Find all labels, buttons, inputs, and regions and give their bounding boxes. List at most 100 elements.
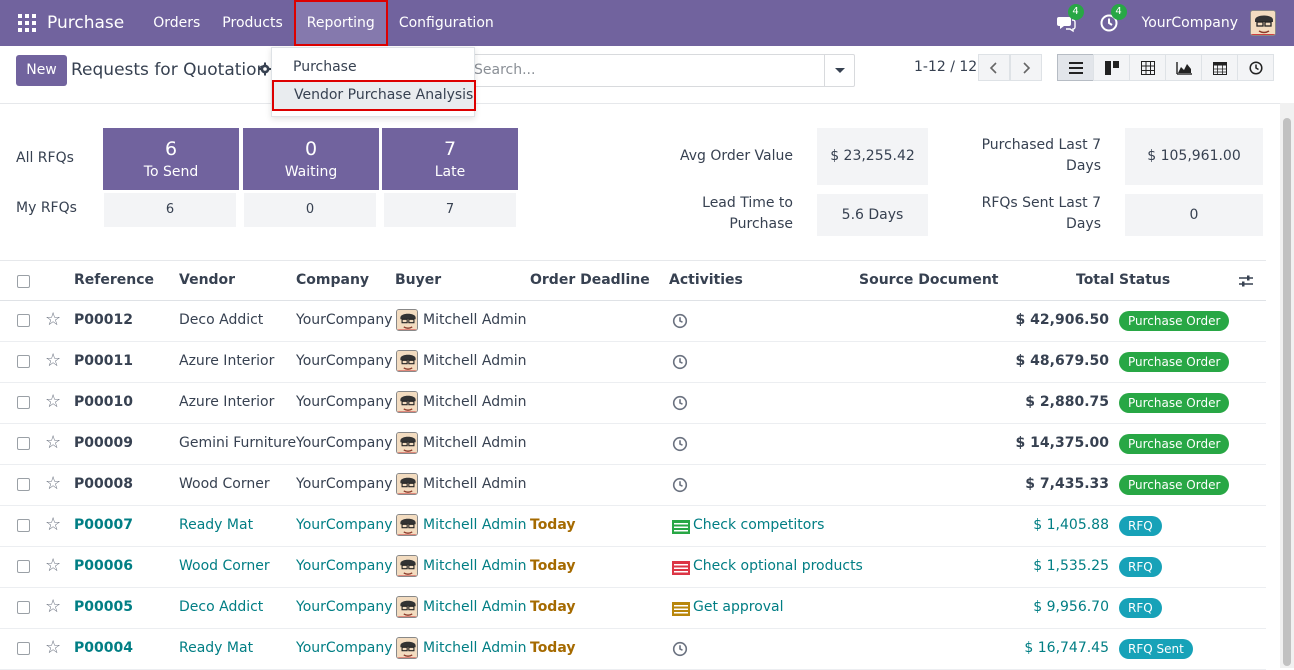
tile-to-send[interactable]: 6 To Send: [103, 128, 239, 190]
calendar-view-button[interactable]: [1201, 54, 1238, 81]
table-row[interactable]: ☆ P00008 Wood Corner YourCompany Mitchell Ad…: [0, 465, 1266, 506]
row-checkbox[interactable]: [17, 396, 30, 409]
activity-type-icon[interactable]: [672, 561, 690, 575]
activity-type-icon[interactable]: [672, 602, 690, 616]
new-button[interactable]: New: [16, 55, 67, 86]
row-order-deadline: Today: [530, 558, 576, 574]
row-checkbox[interactable]: [17, 314, 30, 327]
scrollbar-thumb[interactable]: [1283, 118, 1291, 666]
search-input[interactable]: Search...: [460, 54, 855, 87]
status-badge: Purchase Order: [1119, 352, 1230, 372]
table-row[interactable]: ☆ P00005 Deco Addict YourCompany Mitchell Ad…: [0, 588, 1266, 629]
schedule-activity-icon[interactable]: [672, 477, 688, 493]
row-checkbox[interactable]: [17, 519, 30, 532]
schedule-activity-icon[interactable]: [672, 641, 688, 657]
menu-orders[interactable]: Orders: [142, 0, 211, 46]
row-activity[interactable]: Check competitors: [693, 517, 824, 533]
apps-grid-icon[interactable]: [18, 14, 36, 32]
star-icon[interactable]: ☆: [45, 309, 61, 330]
kpi-label-line: Lead Time to: [702, 195, 793, 211]
row-checkbox[interactable]: [17, 478, 30, 491]
menu-item-purchase[interactable]: Purchase: [293, 59, 357, 75]
star-icon[interactable]: ☆: [45, 391, 61, 412]
search-options-toggle[interactable]: [824, 55, 854, 86]
user-avatar[interactable]: [1250, 10, 1276, 36]
table-row[interactable]: ☆ P00010 Azure Interior YourCompany Mitchell…: [0, 383, 1266, 424]
row-reference: P00012: [74, 312, 133, 328]
tile-label: To Send: [143, 164, 199, 180]
my-waiting[interactable]: 0: [244, 193, 376, 227]
status-badge: Purchase Order: [1119, 434, 1230, 454]
kanban-view-button[interactable]: [1093, 54, 1130, 81]
schedule-activity-icon[interactable]: [672, 395, 688, 411]
star-icon[interactable]: ☆: [45, 596, 61, 617]
col-activities[interactable]: Activities: [669, 272, 743, 288]
my-rfqs-label: My RFQs: [16, 200, 77, 216]
buyer-avatar: [396, 391, 418, 413]
table-row[interactable]: ☆ P00009 Gemini Furniture YourCompany Mitche…: [0, 424, 1266, 465]
row-total: $ 42,906.50: [1015, 312, 1109, 328]
tile-waiting[interactable]: 0 Waiting: [243, 128, 379, 190]
col-vendor[interactable]: Vendor: [179, 272, 235, 288]
gear-icon[interactable]: [258, 62, 272, 76]
table-row[interactable]: ☆ P00011 Azure Interior YourCompany Mitchell…: [0, 342, 1266, 383]
row-checkbox[interactable]: [17, 437, 30, 450]
col-reference[interactable]: Reference: [74, 272, 154, 288]
pager-next-button[interactable]: [1010, 54, 1042, 81]
menu-item-vendor-purchase-analysis[interactable]: Vendor Purchase Analysis: [272, 80, 476, 111]
col-buyer[interactable]: Buyer: [395, 272, 441, 288]
table-header: Reference Vendor Company Buyer Order Dea…: [0, 260, 1266, 301]
row-checkbox[interactable]: [17, 560, 30, 573]
row-checkbox[interactable]: [17, 601, 30, 614]
sliders-icon[interactable]: [1238, 273, 1254, 289]
table-row[interactable]: ☆ P00012 Deco Addict YourCompany Mitchell Ad…: [0, 301, 1266, 342]
col-company[interactable]: Company: [296, 272, 369, 288]
activity-type-icon[interactable]: [672, 520, 690, 534]
star-icon[interactable]: ☆: [45, 637, 61, 658]
buyer-avatar: [396, 555, 418, 577]
avg-order-label: Avg Order Value: [679, 148, 793, 164]
col-order-deadline[interactable]: Order Deadline: [530, 272, 650, 288]
star-icon[interactable]: ☆: [45, 514, 61, 535]
star-icon[interactable]: ☆: [45, 432, 61, 453]
table-row[interactable]: ☆ P00004 Ready Mat YourCompany Mitchell Admi…: [0, 629, 1266, 670]
pivot-view-button[interactable]: [1129, 54, 1166, 81]
row-vendor: Ready Mat: [179, 517, 254, 533]
row-checkbox[interactable]: [17, 642, 30, 655]
activity-view-button[interactable]: [1237, 54, 1274, 81]
list-view-button[interactable]: [1057, 54, 1094, 81]
graph-view-button[interactable]: [1165, 54, 1202, 81]
my-to-send[interactable]: 6: [104, 193, 236, 227]
row-buyer: Mitchell Admin: [423, 640, 527, 656]
select-all-checkbox[interactable]: [17, 275, 30, 288]
my-late[interactable]: 7: [384, 193, 516, 227]
star-icon[interactable]: ☆: [45, 350, 61, 371]
lead-time-value: 5.6 Days: [817, 194, 928, 236]
company-switcher[interactable]: YourCompany: [1142, 15, 1239, 31]
messages-button[interactable]: 4: [1056, 4, 1084, 33]
schedule-activity-icon[interactable]: [672, 436, 688, 452]
app-name[interactable]: Purchase: [47, 13, 124, 33]
kpi-label-line: Purchase: [729, 216, 793, 232]
menu-reporting[interactable]: Reporting: [293, 0, 388, 46]
table-row[interactable]: ☆ P00007 Ready Mat YourCompany Mitchell Admi…: [0, 506, 1266, 547]
schedule-activity-icon[interactable]: [672, 354, 688, 370]
star-icon[interactable]: ☆: [45, 473, 61, 494]
star-icon[interactable]: ☆: [45, 555, 61, 576]
col-source-document[interactable]: Source Document: [859, 272, 999, 288]
status-badge: Purchase Order: [1119, 475, 1230, 495]
schedule-activity-icon[interactable]: [672, 313, 688, 329]
col-total[interactable]: Total: [1076, 272, 1114, 288]
row-activity[interactable]: Check optional products: [693, 558, 863, 574]
menu-products[interactable]: Products: [211, 0, 293, 46]
buyer-avatar: [396, 473, 418, 495]
menu-configuration[interactable]: Configuration: [388, 0, 505, 46]
pager-previous-button[interactable]: [978, 54, 1010, 81]
pager-value[interactable]: 1-12 / 12: [914, 59, 977, 75]
row-activity[interactable]: Get approval: [693, 599, 784, 615]
activities-button[interactable]: 4: [1099, 4, 1127, 33]
col-status[interactable]: Status: [1119, 272, 1170, 288]
tile-late[interactable]: 7 Late: [382, 128, 518, 190]
row-checkbox[interactable]: [17, 355, 30, 368]
table-row[interactable]: ☆ P00006 Wood Corner YourCompany Mitchell Ad…: [0, 547, 1266, 588]
